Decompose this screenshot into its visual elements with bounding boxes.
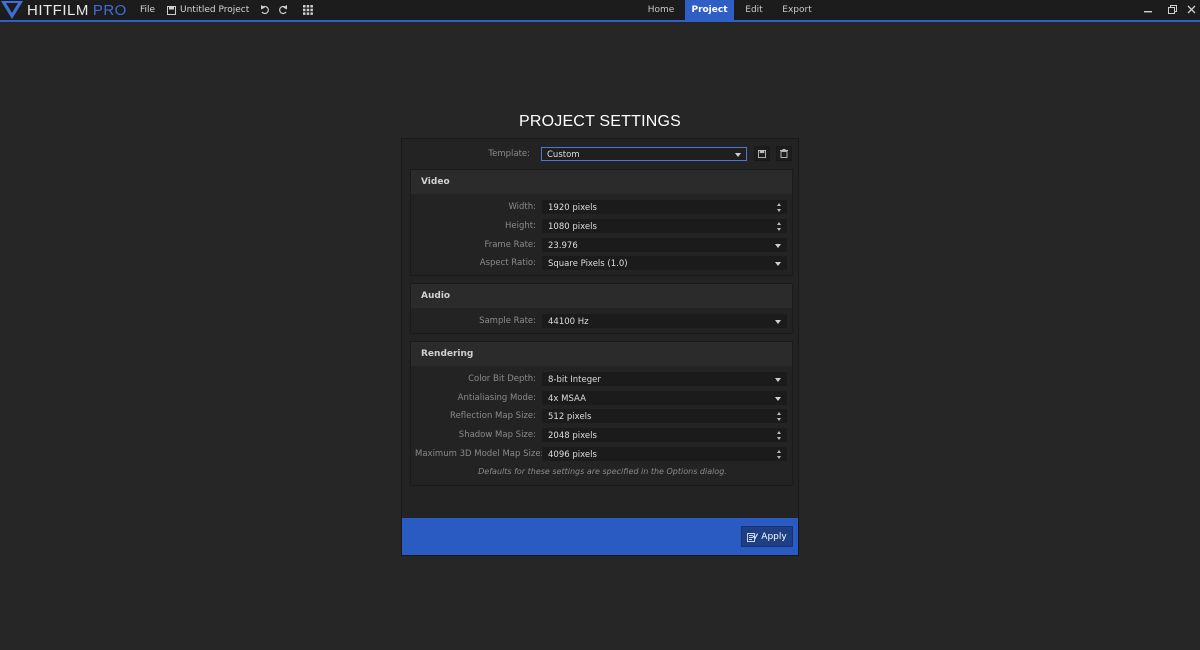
page-title: PROJECT SETTINGS xyxy=(518,113,682,130)
video-section: Video Width: 1920 pixels Height: 1080 pi… xyxy=(410,169,793,276)
height-value: 1080 pixels xyxy=(548,222,597,232)
tab-export[interactable]: Export xyxy=(774,0,820,21)
antialiasing-select[interactable]: 4x MSAA xyxy=(542,391,787,405)
aspect-ratio-value: Square Pixels (1.0) xyxy=(548,259,628,269)
apply-bar: Apply xyxy=(402,518,798,555)
sample-rate-label: Sample Rate: xyxy=(479,316,536,326)
hitfilm-logo-icon xyxy=(1,1,23,19)
stepper-icon[interactable] xyxy=(777,203,783,212)
stepper-icon[interactable] xyxy=(777,450,783,459)
rendering-section: Rendering Color Bit Depth: 8-bit Integer… xyxy=(410,341,793,486)
aspect-ratio-select[interactable]: Square Pixels (1.0) xyxy=(542,256,787,270)
apply-label: Apply xyxy=(761,531,787,542)
stepper-icon[interactable] xyxy=(777,412,783,421)
audio-section: Audio Sample Rate: 44100 Hz xyxy=(410,283,793,334)
chevron-down-icon xyxy=(735,153,741,157)
video-heading: Video xyxy=(411,170,792,194)
reflection-map-input[interactable]: 512 pixels xyxy=(542,409,787,423)
max-3d-map-label: Maximum 3D Model Map Size: xyxy=(415,449,544,459)
chevron-down-icon xyxy=(775,262,781,266)
shadow-map-value: 2048 pixels xyxy=(548,431,597,441)
tab-edit[interactable]: Edit xyxy=(736,0,772,21)
project-name-button[interactable]: Untitled Project xyxy=(167,0,249,20)
tab-project[interactable]: Project xyxy=(685,0,734,21)
save-icon xyxy=(758,149,766,158)
height-label: Height: xyxy=(505,221,536,231)
chevron-down-icon xyxy=(775,244,781,248)
color-bit-depth-label: Color Bit Depth: xyxy=(468,374,536,384)
stepper-icon[interactable] xyxy=(777,222,783,231)
frame-rate-select[interactable]: 23.976 xyxy=(542,238,787,252)
redo-icon[interactable] xyxy=(277,4,289,16)
close-icon[interactable] xyxy=(1184,2,1198,16)
max-3d-map-input[interactable]: 4096 pixels xyxy=(542,447,787,461)
reflection-map-value: 512 pixels xyxy=(548,412,592,422)
restore-icon[interactable] xyxy=(1165,2,1179,16)
sample-rate-select[interactable]: 44100 Hz xyxy=(542,314,787,328)
template-label: Template: xyxy=(488,149,530,159)
color-bit-depth-value: 8-bit Integer xyxy=(548,375,601,385)
defaults-hint: Defaults for these settings are specifie… xyxy=(478,467,727,476)
max-3d-map-value: 4096 pixels xyxy=(548,450,597,460)
template-value: Custom xyxy=(547,150,580,160)
undo-icon[interactable] xyxy=(259,4,271,16)
delete-template-button[interactable] xyxy=(776,146,792,161)
template-select[interactable]: Custom xyxy=(541,147,747,161)
rendering-heading: Rendering xyxy=(411,342,792,366)
chevron-down-icon xyxy=(775,378,781,382)
accent-divider xyxy=(0,20,1200,22)
file-menu[interactable]: File xyxy=(140,0,155,20)
antialiasing-value: 4x MSAA xyxy=(548,394,586,404)
save-template-button[interactable] xyxy=(754,146,770,161)
reflection-map-label: Reflection Map Size: xyxy=(450,411,536,421)
aspect-ratio-label: Aspect Ratio: xyxy=(479,258,536,268)
title-bar: HITFILM PRO File Untitled Project Home Pr… xyxy=(0,0,1200,21)
stepper-icon[interactable] xyxy=(777,431,783,440)
width-value: 1920 pixels xyxy=(548,203,597,213)
antialiasing-label: Antialiasing Mode: xyxy=(457,393,536,403)
apply-icon xyxy=(747,532,759,542)
project-name: Untitled Project xyxy=(180,5,250,15)
height-input[interactable]: 1080 pixels xyxy=(542,219,787,233)
app-logo-text: HITFILM PRO xyxy=(27,1,127,19)
apply-button[interactable]: Apply xyxy=(741,526,793,547)
shadow-map-input[interactable]: 2048 pixels xyxy=(542,428,787,442)
project-settings-panel: Template: Custom Video Width: 1920 pixel… xyxy=(401,138,799,556)
trash-icon xyxy=(780,149,788,158)
width-label: Width: xyxy=(508,202,536,212)
audio-heading: Audio xyxy=(411,284,792,308)
tab-home[interactable]: Home xyxy=(639,0,683,21)
width-input[interactable]: 1920 pixels xyxy=(542,200,787,214)
chevron-down-icon xyxy=(775,397,781,401)
grid-menu-icon[interactable] xyxy=(302,4,314,16)
sample-rate-value: 44100 Hz xyxy=(548,317,589,327)
color-bit-depth-select[interactable]: 8-bit Integer xyxy=(542,372,787,386)
shadow-map-label: Shadow Map Size: xyxy=(458,430,536,440)
frame-rate-label: Frame Rate: xyxy=(484,240,536,250)
minimize-icon[interactable] xyxy=(1141,2,1155,16)
chevron-down-icon xyxy=(775,320,781,324)
frame-rate-value: 23.976 xyxy=(548,241,578,251)
app-logo: HITFILM PRO xyxy=(0,0,127,20)
save-icon xyxy=(167,5,176,15)
